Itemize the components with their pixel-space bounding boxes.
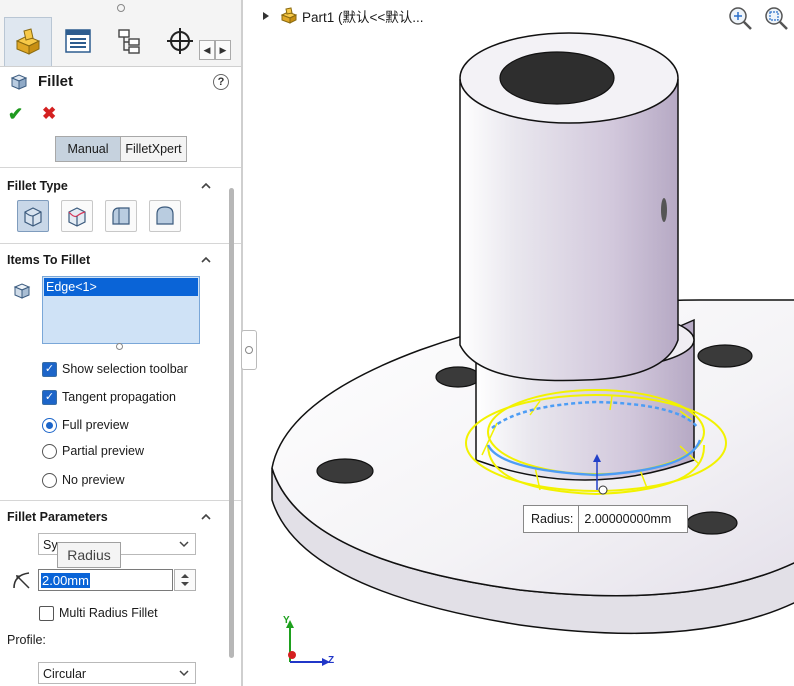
checkbox-label: Multi Radius Fillet [59,606,158,620]
radio-selected-icon [42,417,57,433]
radius-callout-label: Radius: [524,506,580,532]
fillet-feature-icon [10,74,28,90]
constant-size-fillet-button[interactable] [17,200,49,232]
collapse-fillet-type-icon[interactable] [200,180,212,192]
cancel-button[interactable]: ✖ [42,104,56,124]
radius-spinner[interactable] [174,569,196,591]
face-fillet-button[interactable] [105,200,137,232]
multi-radius-fillet-checkbox[interactable]: Multi Radius Fillet [39,604,158,622]
tab-configuration-manager[interactable] [106,17,152,65]
section-divider [0,243,241,244]
filletxpert-tab-button[interactable]: FilletXpert [120,136,187,162]
expand-arrow-icon[interactable] [262,11,270,21]
configuration-manager-icon [118,29,140,54]
spinner-arrows-icon [181,574,189,586]
part-model-view[interactable] [243,0,794,686]
full-round-fillet-button[interactable] [149,200,181,232]
tab-feature-manager[interactable] [55,17,101,65]
variable-size-fillet-icon [68,207,86,227]
zoom-to-fit-icon[interactable] [726,4,754,32]
select-value: Sy [43,538,58,552]
radius-callout[interactable]: Radius: 2.00000000mm [523,505,688,533]
radio-label: No preview [62,473,125,487]
radio-label: Full preview [62,418,129,432]
graphics-viewport[interactable]: Part1 (默认<<默认... Radius: 2.00000000mm Y … [243,0,794,686]
radius-icon [13,572,30,589]
panel-grip-icon[interactable] [117,4,125,12]
zoom-to-area-icon[interactable] [762,4,790,32]
triad-z-label: Z [328,655,335,666]
profile-select[interactable]: Circular [38,662,196,684]
checkbox-checked-icon: ✓ [42,389,57,405]
property-manager-icon [15,28,41,55]
chevron-down-icon [179,541,189,548]
ok-button[interactable]: ✔ [8,104,23,125]
tabs-scroll-left-button[interactable]: ◀ [199,40,215,60]
radius-tooltip: Radius [57,542,121,568]
radius-input[interactable]: 2.00mm [38,569,173,591]
variable-size-fillet-button[interactable] [61,200,93,232]
radius-value: 2.00mm [41,573,90,588]
checkbox-checked-icon: ✓ [42,361,57,377]
section-divider [0,500,241,501]
radius-callout-value[interactable]: 2.00000000mm [579,512,671,526]
show-selection-toolbar-checkbox[interactable]: ✓ Show selection toolbar [42,360,188,378]
feature-title: Fillet [38,72,74,90]
radio-unselected-icon [42,472,57,488]
feature-tree-flyout[interactable]: Part1 (默认<<默认... [262,6,424,26]
items-selection-list[interactable]: Edge<1> [42,276,200,344]
manager-tabs: ◀ ▶ [0,0,241,67]
part-tree-label[interactable]: Part1 (默认<<默认... [302,6,424,26]
tabs-scroll-right-button[interactable]: ▶ [215,40,231,60]
collapse-items-icon[interactable] [200,254,212,266]
select-value: Circular [43,667,87,681]
part-icon [280,7,298,24]
full-round-fillet-icon [156,206,174,225]
items-to-fillet-heading: Items To Fillet [7,253,91,267]
constant-size-fillet-icon [24,207,42,227]
partial-preview-radio[interactable]: Partial preview [42,442,144,460]
dimxpert-icon [167,28,193,54]
panel-scrollbar[interactable] [229,188,234,658]
checkbox-unchecked-icon [39,605,54,621]
help-icon[interactable]: ? [213,74,229,90]
feature-title-row: Fillet [10,70,73,92]
collapse-parameters-icon[interactable] [200,511,212,523]
fillet-parameters-heading: Fillet Parameters [7,510,108,524]
feature-manager-icon [65,29,91,53]
triad-y-label: Y [283,615,290,626]
full-preview-radio[interactable]: Full preview [42,416,129,434]
checkbox-label: Tangent propagation [62,390,176,404]
property-manager-panel: ◀ ▶ Fillet ? ✔ ✖ Manual FilletXpert Fill… [0,0,241,686]
chevron-down-icon [179,670,189,677]
fillet-type-heading: Fillet Type [7,179,68,193]
tab-property-manager[interactable] [4,17,52,66]
tab-dimxpert-manager[interactable] [157,17,203,65]
no-preview-radio[interactable]: No preview [42,471,125,489]
manual-tab-button[interactable]: Manual [55,136,121,162]
edge-selection-icon [13,283,31,299]
profile-label: Profile: [7,633,46,647]
checkbox-label: Show selection toolbar [62,362,188,376]
radio-label: Partial preview [62,444,144,458]
panel-collapse-handle[interactable] [241,330,257,370]
section-divider [0,167,241,168]
list-item[interactable]: Edge<1> [44,278,198,296]
list-resize-grip-icon[interactable] [116,343,123,350]
radio-unselected-icon [42,443,57,459]
tangent-propagation-checkbox[interactable]: ✓ Tangent propagation [42,388,176,406]
face-fillet-icon [112,207,130,225]
